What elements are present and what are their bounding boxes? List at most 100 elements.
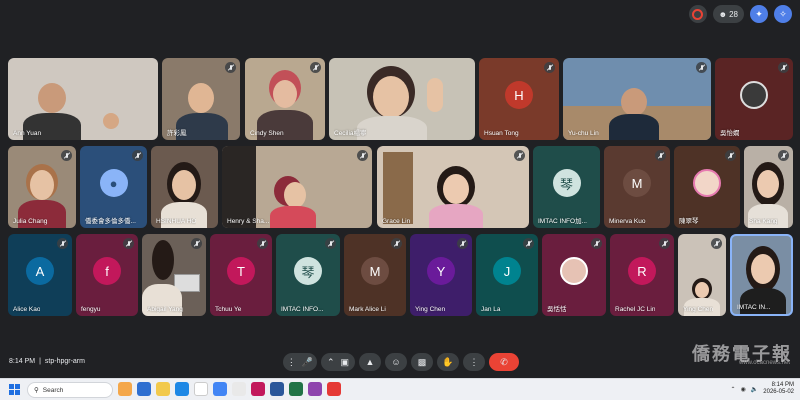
avatar: f	[93, 257, 121, 285]
word-icon[interactable]	[270, 382, 284, 396]
avatar: A	[26, 257, 54, 285]
google-icon[interactable]	[213, 382, 227, 396]
mic-off-icon	[696, 62, 707, 73]
recording-icon[interactable]	[688, 5, 707, 23]
mic-off-icon	[123, 238, 134, 249]
wifi-icon[interactable]: ◉	[741, 386, 746, 393]
participant-tile[interactable]: Henry & Sha...	[222, 146, 372, 228]
chrome-active-icon[interactable]	[327, 382, 341, 396]
gemini-icon[interactable]: ✧	[774, 5, 792, 23]
camera-button[interactable]: ⌃ ▣	[321, 353, 355, 371]
participant-name: Julia Chang	[13, 218, 48, 225]
participant-tile[interactable]: A Alice Kao	[8, 234, 72, 316]
avatar	[740, 81, 768, 109]
taskbar-clock[interactable]: 8:14 PM 2026-05-02	[763, 382, 794, 396]
participant-tile[interactable]: Sha Kang	[744, 146, 793, 228]
edge-icon[interactable]	[175, 382, 189, 396]
meet-stage: ☻ 28 ✦ ✧ Ann Yuan 許彩鳳 Cindy Shen Cecilia…	[0, 0, 800, 378]
clock-date: 2026-05-02	[763, 389, 794, 395]
store-icon[interactable]	[232, 382, 246, 396]
participant-tile[interactable]: T Tchuu Ye	[210, 234, 272, 316]
participant-tile[interactable]: J Jan La	[476, 234, 538, 316]
raise-hand-button[interactable]: ✋	[437, 353, 459, 371]
excel-icon[interactable]	[289, 382, 303, 396]
widgets-icon[interactable]	[118, 382, 132, 396]
call-controls: ⋮ 🎤 ⌃ ▣ ▲ ☺ ▩ ✋ ⋮ ✆	[283, 353, 519, 371]
more-options-button[interactable]: ⋮	[463, 353, 485, 371]
participant-tile[interactable]: 陳翠琴	[674, 146, 740, 228]
meeting-bottom-bar: 8:14 PM | stp-hpgr-arm ⋮ 🎤 ⌃ ▣ ▲ ☺ ▩ ✋ ⋮ ✆	[0, 350, 800, 376]
teams-icon[interactable]	[308, 382, 322, 396]
mic-off-icon	[523, 238, 534, 249]
participant-name: Hsuan Tong	[484, 130, 519, 137]
participant-tile[interactable]: Ann Yuan	[8, 58, 158, 140]
people-count-button[interactable]: ☻ 28	[712, 5, 744, 23]
mic-off-icon	[711, 238, 722, 249]
participant-tile[interactable]: 吳怡嫺	[715, 58, 793, 140]
mic-icon: 🎤	[301, 356, 314, 367]
participant-tile[interactable]: 琴 IMTAC INFO加...	[533, 146, 600, 228]
participant-name: Sha Kang	[749, 218, 778, 225]
participant-tile[interactable]: Abigail Yang	[142, 234, 206, 316]
participant-tile[interactable]: Ying Chen	[678, 234, 726, 316]
captions-button[interactable]: ▩	[411, 353, 433, 371]
participant-name: fengyu	[81, 306, 101, 313]
mic-off-icon	[325, 238, 336, 249]
participant-tile[interactable]: R Rachel JC Lin	[610, 234, 674, 316]
participant-name: IMTAC IN...	[737, 304, 771, 311]
present-icon: ▲	[365, 357, 375, 367]
people-count: 28	[729, 9, 738, 19]
participant-name: HSINHUA HO	[156, 218, 197, 225]
participant-name: Ying Chen	[415, 306, 446, 313]
phone-hangup-icon: ✆	[500, 356, 508, 367]
participant-name: Tchuu Ye	[215, 306, 242, 313]
mic-off-icon	[257, 238, 268, 249]
audio-settings-icon: ⋮	[286, 356, 296, 367]
leave-call-button[interactable]: ✆	[489, 353, 519, 371]
present-button[interactable]: ▲	[359, 353, 381, 371]
participant-tile[interactable]: M Minerva Kuo	[604, 146, 670, 228]
windows-start-icon[interactable]	[9, 384, 20, 395]
participant-tile[interactable]: 吳恬恬	[542, 234, 606, 316]
meeting-info: 8:14 PM | stp-hpgr-arm	[9, 358, 85, 365]
participant-tile[interactable]: Yu-chu Lin	[563, 58, 711, 140]
participant-tile[interactable]: H Hsuan Tong	[479, 58, 559, 140]
mic-off-icon	[659, 238, 670, 249]
participant-name: Grace Lin	[382, 218, 411, 225]
taskbar-apps	[118, 382, 341, 396]
chrome-icon[interactable]	[194, 382, 208, 396]
participant-tile[interactable]: 許彩鳳	[162, 58, 240, 140]
participant-tile[interactable]: f fengyu	[76, 234, 138, 316]
chevron-up-icon[interactable]: ⌃	[731, 386, 736, 393]
powerpoint-icon[interactable]	[251, 382, 265, 396]
participant-name: Jan La	[481, 306, 501, 313]
participant-tile[interactable]: ● 僑委會多倫多僑...	[80, 146, 147, 228]
volume-icon[interactable]: 🔈	[751, 386, 758, 393]
mic-button[interactable]: ⋮ 🎤	[283, 353, 317, 371]
taskbar-search[interactable]: ⚲ Search	[27, 382, 113, 398]
reactions-button[interactable]: ☺	[385, 353, 407, 371]
participant-tile[interactable]: Grace Lin	[377, 146, 529, 228]
mic-off-icon	[191, 238, 202, 249]
participant-tile[interactable]: M Mark Alice Li	[344, 234, 406, 316]
search-icon: ⚲	[34, 387, 39, 394]
file-explorer-icon[interactable]	[156, 382, 170, 396]
participant-tile[interactable]: HSINHUA HO	[151, 146, 218, 228]
participant-name: IMTAC INFO加...	[538, 218, 587, 225]
participant-tile[interactable]: Y Ying Chen	[410, 234, 472, 316]
participant-tile[interactable]: Cindy Shen	[245, 58, 325, 140]
participant-tile[interactable]: Julia Chang	[8, 146, 76, 228]
activities-icon[interactable]: ✦	[750, 5, 768, 23]
participant-tile[interactable]: 琴 IMTAC INFO...	[276, 234, 340, 316]
avatar	[693, 169, 721, 197]
hand-icon: ✋	[442, 356, 454, 367]
avatar	[560, 257, 588, 285]
participant-tile-self[interactable]: IMTAC IN...	[730, 234, 793, 316]
task-view-icon[interactable]	[137, 382, 151, 396]
meeting-time: 8:14 PM	[9, 358, 36, 365]
meeting-code: stp-hpgr-arm	[44, 358, 85, 365]
avatar: J	[493, 257, 521, 285]
avatar: H	[505, 81, 533, 109]
participant-name: 僑委會多倫多僑...	[85, 218, 136, 225]
participant-tile-active[interactable]: Cecilia楊寧	[329, 58, 475, 140]
